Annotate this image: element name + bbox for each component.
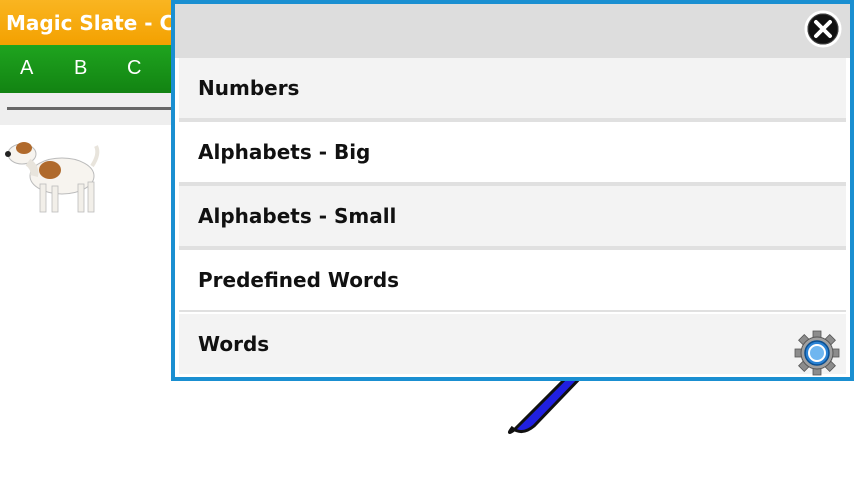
- menu-item-numbers[interactable]: Numbers: [179, 58, 846, 118]
- menu-item-label: Alphabets - Small: [198, 204, 397, 228]
- letter-c[interactable]: C: [127, 57, 141, 80]
- letter-b[interactable]: B: [74, 57, 87, 80]
- dog-image: [5, 142, 100, 213]
- slate-line: [7, 107, 187, 110]
- divider: [179, 310, 846, 312]
- menu-item-label: Words: [198, 332, 270, 356]
- menu-item-label: Numbers: [198, 76, 300, 100]
- category-dialog: Numbers Alphabets - Big Alphabets - Smal…: [171, 0, 854, 381]
- dialog-header: [175, 4, 850, 58]
- menu-item-label: Predefined Words: [198, 268, 400, 292]
- menu-item-words[interactable]: Words: [179, 314, 846, 376]
- menu-item-alphabets-small[interactable]: Alphabets - Small: [179, 186, 846, 246]
- menu-item-predefined-words[interactable]: Predefined Words: [179, 250, 846, 310]
- gear-icon[interactable]: [794, 330, 840, 376]
- menu-item-alphabets-big[interactable]: Alphabets - Big: [179, 122, 846, 182]
- menu-item-label: Alphabets - Big: [198, 140, 371, 164]
- letter-a[interactable]: A: [20, 57, 33, 80]
- close-icon[interactable]: [804, 10, 842, 48]
